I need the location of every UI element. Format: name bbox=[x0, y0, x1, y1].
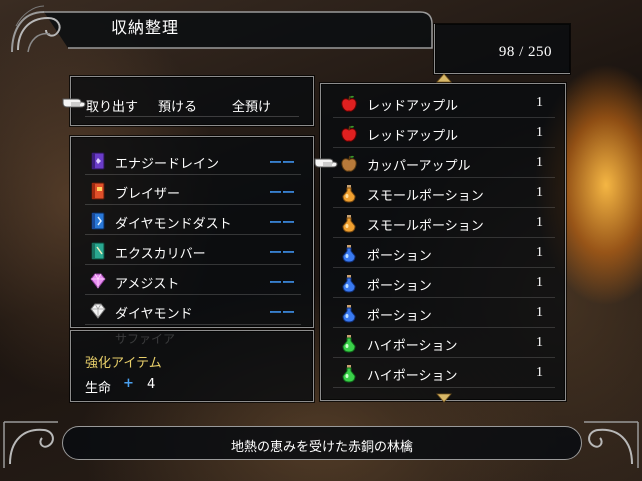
material-name: ダイヤモンド bbox=[115, 307, 193, 322]
item-qty: 1 bbox=[536, 305, 543, 320]
item-qty: 1 bbox=[536, 185, 543, 200]
green-potion-icon bbox=[342, 365, 356, 383]
enhance-item-title: 強化アイテム bbox=[85, 356, 162, 371]
item-row[interactable]: ポーション 1 bbox=[333, 298, 555, 328]
item-row[interactable]: レッドアップル 1 bbox=[333, 118, 555, 148]
purple-book-icon bbox=[91, 152, 105, 170]
title-frame: 収納整理 bbox=[4, 2, 436, 58]
blue-potion-icon bbox=[342, 305, 356, 323]
item-description: 地熱の恵みを受けた赤銅の林檎 bbox=[230, 440, 413, 455]
pointing-hand-cursor-icon bbox=[314, 158, 338, 168]
enhance-item-panel: サファイア 強化アイテム 生命 + 4 bbox=[70, 330, 314, 402]
deposit-command[interactable]: 預ける bbox=[158, 96, 197, 115]
item-qty: 1 bbox=[536, 245, 543, 260]
material-list-panel: エナジードレイン ーー ブレイザー ーー ダイヤモンドダスト ーー エクスカリバ… bbox=[70, 136, 314, 328]
item-name: ハイポーション bbox=[367, 369, 458, 384]
item-row[interactable]: スモールポーション 1 bbox=[333, 178, 555, 208]
item-name: ポーション bbox=[367, 279, 432, 294]
item-row[interactable]: スモールポーション 1 bbox=[333, 208, 555, 238]
scroll-up-arrow-icon[interactable] bbox=[436, 73, 452, 83]
plus-sign: + bbox=[123, 376, 134, 391]
item-name: カッパーアップル bbox=[367, 159, 471, 174]
item-name: ポーション bbox=[367, 309, 432, 324]
material-qty: ーー bbox=[268, 156, 295, 171]
blue-potion-icon bbox=[342, 275, 356, 293]
help-frame: 地熱の恵みを受けた赤銅の林檎 bbox=[0, 420, 642, 470]
material-row[interactable]: エクスカリバー ーー bbox=[85, 237, 301, 265]
item-row[interactable]: ハイポーション 1 bbox=[333, 358, 555, 388]
item-list-panel: レッドアップル 1 レッドアップル 1 カッパーアップル 1 スモールポーション… bbox=[314, 73, 566, 403]
material-qty: ーー bbox=[268, 246, 295, 261]
life-stat-label: 生命 bbox=[85, 381, 112, 396]
material-qty: ーー bbox=[268, 306, 295, 321]
material-qty: ーー bbox=[268, 216, 295, 231]
material-name: ブレイザー bbox=[115, 187, 181, 202]
scroll-down-arrow-icon[interactable] bbox=[436, 393, 452, 403]
material-name: ダイヤモンドダスト bbox=[115, 217, 232, 232]
command-divider bbox=[85, 116, 299, 117]
pointing-hand-cursor-icon bbox=[62, 98, 86, 108]
item-name: ポーション bbox=[367, 249, 432, 264]
material-qty: ーー bbox=[268, 276, 295, 291]
material-row[interactable]: ブレイザー ーー bbox=[85, 177, 301, 205]
material-row[interactable]: ダイヤモンドダスト ーー bbox=[85, 207, 301, 235]
material-name: アメジスト bbox=[115, 277, 180, 292]
green-book-icon bbox=[91, 242, 105, 260]
item-name: レッドアップル bbox=[367, 129, 459, 144]
material-name-faded: サファイア bbox=[115, 332, 176, 346]
blue-potion-icon bbox=[342, 245, 356, 263]
amethyst-gem-icon bbox=[90, 273, 106, 289]
item-qty: 1 bbox=[536, 215, 543, 230]
orange-potion-icon bbox=[342, 185, 356, 203]
life-stat-value: 4 bbox=[147, 377, 156, 392]
item-qty: 1 bbox=[536, 335, 543, 350]
item-row[interactable]: ポーション 1 bbox=[333, 238, 555, 268]
material-row[interactable]: エナジードレイン ーー bbox=[85, 147, 301, 175]
item-name: ハイポーション bbox=[367, 339, 458, 354]
help-message-bar: 地熱の恵みを受けた赤銅の林檎 bbox=[62, 426, 582, 460]
diamond-gem-icon bbox=[90, 303, 106, 319]
item-qty: 1 bbox=[536, 95, 543, 110]
blue-book-icon bbox=[91, 212, 105, 230]
item-qty: 1 bbox=[536, 275, 543, 290]
item-name: スモールポーション bbox=[367, 219, 484, 234]
material-qty: ーー bbox=[268, 186, 295, 201]
material-name: エナジードレイン bbox=[115, 157, 220, 172]
storage-counter-panel: 98 / 250 bbox=[434, 24, 570, 74]
storage-counter: 98 / 250 bbox=[498, 44, 552, 60]
green-potion-icon bbox=[342, 335, 356, 353]
command-panel: 取り出す 預ける 全預け bbox=[62, 76, 314, 126]
item-name: レッドアップル bbox=[367, 99, 459, 114]
title-ornament bbox=[11, 5, 433, 53]
material-row[interactable]: ダイヤモンド ーー bbox=[85, 297, 301, 325]
item-name: スモールポーション bbox=[367, 189, 484, 204]
item-row[interactable]: ハイポーション 1 bbox=[333, 328, 555, 358]
item-qty: 1 bbox=[536, 365, 543, 380]
material-name: エクスカリバー bbox=[115, 247, 206, 262]
deposit-all-command[interactable]: 全預け bbox=[232, 96, 271, 115]
red-apple-icon bbox=[341, 95, 357, 112]
item-qty: 1 bbox=[536, 155, 543, 170]
copper-apple-icon bbox=[341, 155, 357, 172]
item-qty: 1 bbox=[536, 125, 543, 140]
take-out-command[interactable]: 取り出す bbox=[86, 96, 138, 115]
screen-title: 収納整理 bbox=[111, 18, 180, 37]
item-row[interactable]: ポーション 1 bbox=[333, 268, 555, 298]
item-row-selected[interactable]: カッパーアップル 1 bbox=[333, 148, 555, 178]
orange-potion-icon bbox=[342, 215, 356, 233]
item-row[interactable]: レッドアップル 1 bbox=[333, 88, 555, 118]
material-row[interactable]: アメジスト ーー bbox=[85, 267, 301, 295]
red-apple-icon bbox=[341, 125, 357, 142]
red-book-icon bbox=[91, 182, 105, 200]
